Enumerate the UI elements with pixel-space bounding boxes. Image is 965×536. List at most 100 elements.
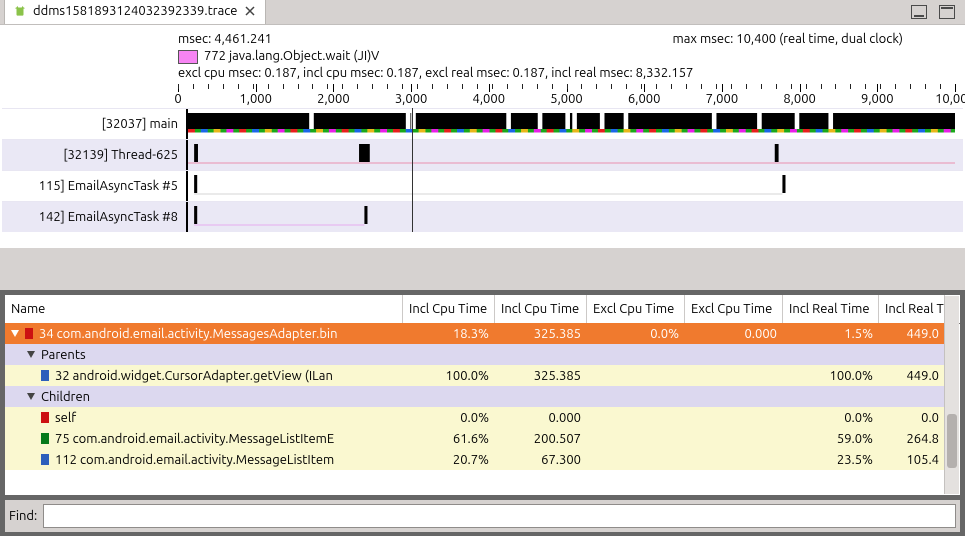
thread-label: 115] EmailAsyncTask #5 xyxy=(2,171,188,201)
method-name: 32 android.widget.CursorAdapter.getView … xyxy=(5,369,403,383)
method-name: Parents xyxy=(5,348,403,362)
thread-lanes[interactable]: [32037] main[32139] Thread-625115] Email… xyxy=(2,108,963,232)
scale-label: 1,000 xyxy=(239,92,272,106)
column-header[interactable]: Incl Cpu Time xyxy=(495,295,587,323)
metric-cell: 0.0 xyxy=(879,411,945,425)
maximize-icon[interactable] xyxy=(939,5,955,19)
column-header[interactable]: Excl Cpu Time xyxy=(685,295,783,323)
method-name: Children xyxy=(5,390,403,404)
metric-cell: 23.5% xyxy=(783,453,879,467)
android-icon xyxy=(13,4,27,18)
metric-cell: 449.0 xyxy=(879,327,945,341)
method-name: 34 com.android.email.activity.MessagesAd… xyxy=(5,327,403,341)
table-row[interactable]: Parents xyxy=(5,344,945,365)
metric-cell: 0.0% xyxy=(783,411,879,425)
find-label: Find: xyxy=(9,509,37,523)
close-icon[interactable] xyxy=(243,4,257,18)
table-row[interactable]: 112 com.android.email.activity.MessageLi… xyxy=(5,449,945,470)
scale-label: 2,000 xyxy=(317,92,350,106)
metric-cell: 18.3% xyxy=(403,327,495,341)
minimize-icon[interactable] xyxy=(911,5,927,19)
msec-label: msec: 4,461.241 xyxy=(178,31,272,48)
metric-cell: 0.000 xyxy=(685,327,783,341)
metric-cell: 200.507 xyxy=(495,432,587,446)
time-scale: 01,0002,0003,0004,0005,0006,0007,0008,00… xyxy=(178,84,955,108)
scale-label: 9,000 xyxy=(861,92,894,106)
method-name: 75 com.android.email.activity.MessageLis… xyxy=(5,432,403,446)
find-bar: Find: xyxy=(5,500,960,532)
scale-label: 7,000 xyxy=(706,92,739,106)
stats-text: excl cpu msec: 0.187, incl cpu msec: 0.1… xyxy=(178,65,963,82)
metric-cell: 0.0% xyxy=(587,327,685,341)
window-controls xyxy=(911,0,965,24)
metric-cell: 100.0% xyxy=(783,369,879,383)
metric-cell: 0.000 xyxy=(495,411,587,425)
thread-lane: [32139] Thread-625 xyxy=(2,139,963,170)
vertical-scrollbar[interactable] xyxy=(944,296,959,494)
method-table: NameIncl Cpu TimeIncl Cpu TimeExcl Cpu T… xyxy=(5,295,960,495)
expand-icon[interactable] xyxy=(11,330,19,337)
thread-lane: 142] EmailAsyncTask #8 xyxy=(2,201,963,232)
scale-label: 6,000 xyxy=(628,92,661,106)
thread-lane: [32037] main xyxy=(2,108,963,139)
thread-label: [32139] Thread-625 xyxy=(2,140,188,170)
method-name: self xyxy=(5,411,403,425)
scale-label: 0 xyxy=(174,92,181,106)
color-swatch xyxy=(41,370,49,381)
thread-track[interactable] xyxy=(188,109,955,139)
scale-label: 5,000 xyxy=(550,92,583,106)
ddms-trace-window: ddms1581893124032392339.trace msec: 4,46… xyxy=(0,0,965,536)
table-row[interactable]: 75 com.android.email.activity.MessageLis… xyxy=(5,428,945,449)
table-row[interactable]: self0.0%0.0000.0%0.0 xyxy=(5,407,945,428)
time-cursor[interactable] xyxy=(412,108,413,232)
file-tab[interactable]: ddms1581893124032392339.trace xyxy=(4,0,266,24)
scale-label: 3,000 xyxy=(395,92,428,106)
metric-cell: 20.7% xyxy=(403,453,495,467)
maxmsec-label: max msec: 10,400 (real time, dual clock) xyxy=(673,31,903,48)
thread-lane: 115] EmailAsyncTask #5 xyxy=(2,170,963,201)
scale-label: 4,000 xyxy=(473,92,506,106)
column-header[interactable]: Name xyxy=(5,295,403,323)
thread-label: 142] EmailAsyncTask #8 xyxy=(2,202,188,232)
metric-cell: 100.0% xyxy=(403,369,495,383)
metric-cell: 449.0 xyxy=(879,369,945,383)
column-header[interactable]: Excl Cpu Time xyxy=(587,295,685,323)
method-name: 112 com.android.email.activity.MessageLi… xyxy=(5,453,403,467)
thread-track[interactable] xyxy=(188,202,955,232)
metric-cell: 67.300 xyxy=(495,453,587,467)
metric-cell: 61.6% xyxy=(403,432,495,446)
metric-cell: 325.385 xyxy=(495,327,587,341)
table-header[interactable]: NameIncl Cpu TimeIncl Cpu TimeExcl Cpu T… xyxy=(5,295,960,324)
tab-title: ddms1581893124032392339.trace xyxy=(33,4,237,18)
scale-label: 8,000 xyxy=(783,92,816,106)
titlebar: ddms1581893124032392339.trace xyxy=(0,0,965,25)
thread-track[interactable] xyxy=(188,171,955,201)
legend-swatch xyxy=(178,50,198,64)
column-header[interactable]: Incl Cpu Time xyxy=(403,295,495,323)
color-swatch xyxy=(41,433,49,444)
metric-cell: 264.8 xyxy=(879,432,945,446)
expand-icon[interactable] xyxy=(27,393,35,400)
scroll-thumb[interactable] xyxy=(947,414,957,468)
column-header[interactable]: Incl Real Ti xyxy=(879,295,945,323)
color-swatch xyxy=(25,328,33,339)
timeline-panel: msec: 4,461.241 max msec: 10,400 (real t… xyxy=(0,25,965,248)
thread-track[interactable] xyxy=(188,140,955,170)
metric-cell: 105.4 xyxy=(879,453,945,467)
thread-label: [32037] main xyxy=(2,109,188,139)
legend-text: 772 java.lang.Object.wait (JI)V xyxy=(204,48,379,65)
column-header[interactable]: Incl Real Time xyxy=(783,295,879,323)
table-row[interactable]: 32 android.widget.CursorAdapter.getView … xyxy=(5,365,945,386)
expand-icon[interactable] xyxy=(27,351,35,358)
color-swatch xyxy=(41,454,49,465)
method-table-panel: NameIncl Cpu TimeIncl Cpu TimeExcl Cpu T… xyxy=(0,290,965,536)
find-input[interactable] xyxy=(43,504,956,528)
table-body[interactable]: 34 com.android.email.activity.MessagesAd… xyxy=(5,323,945,495)
metric-cell: 1.5% xyxy=(783,327,879,341)
table-row[interactable]: Children xyxy=(5,386,945,407)
scale-label: 10,000 xyxy=(935,92,965,106)
table-row[interactable]: 34 com.android.email.activity.MessagesAd… xyxy=(5,323,945,344)
color-swatch xyxy=(41,412,49,423)
metric-cell: 0.0% xyxy=(403,411,495,425)
metric-cell: 325.385 xyxy=(495,369,587,383)
